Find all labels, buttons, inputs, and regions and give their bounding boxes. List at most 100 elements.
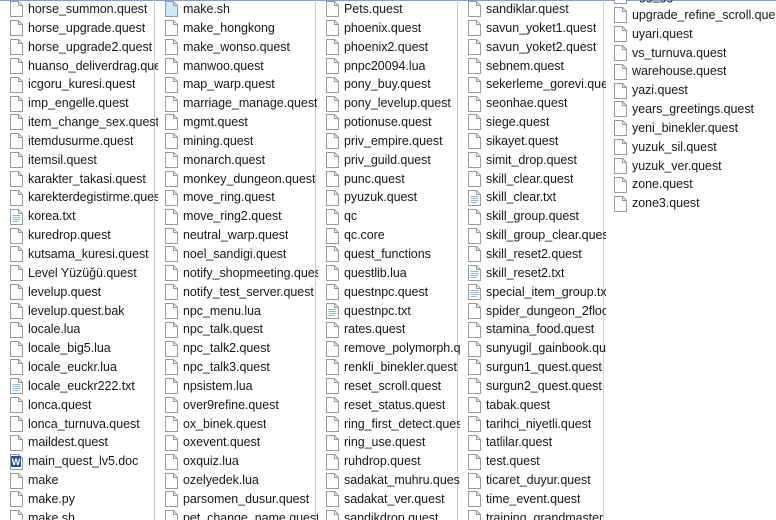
- file-list-item[interactable]: pony_buy.quest: [322, 75, 460, 94]
- file-list-item[interactable]: surgun2_quest.quest: [464, 377, 606, 396]
- file-list-item[interactable]: karakter_takasi.quest: [6, 170, 158, 189]
- file-list-item[interactable]: sunyugil_gainbook.quest: [464, 339, 606, 358]
- file-list-item[interactable]: skill_group_clear.quest: [464, 226, 606, 245]
- file-list-item[interactable]: mining.quest: [161, 132, 318, 151]
- file-list-item[interactable]: yeni_binekler.quest: [610, 119, 776, 138]
- file-list-item[interactable]: ox_binek.quest: [161, 415, 318, 434]
- file-list-item[interactable]: mgmt.quest: [161, 113, 318, 132]
- file-list-item[interactable]: tatlilar.quest: [464, 433, 606, 452]
- file-list-item[interactable]: sekerleme_gorevi.quest: [464, 75, 606, 94]
- file-list-item[interactable]: huanso_deliverdrag.quest: [6, 57, 158, 76]
- file-list-item[interactable]: warehouse.quest: [610, 62, 776, 81]
- file-list-item[interactable]: tarihci_niyetli.quest: [464, 415, 606, 434]
- file-list-item[interactable]: time_event.quest: [464, 490, 606, 509]
- file-list-item[interactable]: karekterdegistirme.quest: [6, 188, 158, 207]
- file-list-item[interactable]: priv_empire.quest: [322, 132, 460, 151]
- file-list-item[interactable]: move_ring.quest: [161, 188, 318, 207]
- file-list-item[interactable]: korea.txt: [6, 207, 158, 226]
- file-list-item[interactable]: reset_status.quest: [322, 396, 460, 415]
- file-list-item[interactable]: manwoo.quest: [161, 57, 318, 76]
- file-list-item[interactable]: horse_upgrade2.quest: [6, 38, 158, 57]
- file-list-item[interactable]: remove_polymorph.qu: [322, 339, 460, 358]
- file-list-item[interactable]: uyari.quest: [610, 25, 776, 44]
- file-list-item[interactable]: pony_levelup.quest: [322, 94, 460, 113]
- file-list-item[interactable]: map_warp.quest: [161, 75, 318, 94]
- file-list-item[interactable]: lonca_turnuva.quest: [6, 415, 158, 434]
- file-list-item[interactable]: pnpc20094.lua: [322, 57, 460, 76]
- file-list-item[interactable]: npc_talk.quest: [161, 320, 318, 339]
- file-list-item[interactable]: npc_menu.lua: [161, 302, 318, 321]
- file-list-item[interactable]: siege.quest: [464, 113, 606, 132]
- file-list-item[interactable]: renkli_binekler.quest: [322, 358, 460, 377]
- file-list-item[interactable]: questlib.lua: [322, 264, 460, 283]
- file-list-item[interactable]: questnpc.quest: [322, 283, 460, 302]
- file-list-item[interactable]: zone3.quest: [610, 194, 776, 213]
- file-list-item[interactable]: notify_shopmeeting.quest: [161, 264, 318, 283]
- file-list-item[interactable]: oxquiz.lua: [161, 452, 318, 471]
- file-list-item[interactable]: years_greetings.quest: [610, 100, 776, 119]
- file-list-item[interactable]: rates.quest: [322, 320, 460, 339]
- file-list-item[interactable]: test.quest: [464, 452, 606, 471]
- file-list-item[interactable]: npsistem.lua: [161, 377, 318, 396]
- file-list-item[interactable]: reset_scroll.quest: [322, 377, 460, 396]
- file-list-item[interactable]: itemsil.quest: [6, 151, 158, 170]
- file-list-item[interactable]: zone.quest: [610, 175, 776, 194]
- file-list-item[interactable]: quest_functions: [322, 245, 460, 264]
- file-list-item[interactable]: Pets.quest: [322, 0, 460, 19]
- file-list-item[interactable]: horse_upgrade.quest: [6, 19, 158, 38]
- file-list-item[interactable]: pet_change_name.quest: [161, 509, 318, 520]
- file-list-item[interactable]: savun_yoket1.quest: [464, 19, 606, 38]
- file-list-item[interactable]: sadakat_muhru.quest: [322, 471, 460, 490]
- file-list-item[interactable]: vs_turnuva.quest: [610, 44, 776, 63]
- file-list-item[interactable]: skill_group.quest: [464, 207, 606, 226]
- file-list-item[interactable]: tabak.quest: [464, 396, 606, 415]
- file-list-item[interactable]: ring_use.quest: [322, 433, 460, 452]
- file-list-item[interactable]: locale_big5.lua: [6, 339, 158, 358]
- file-list-item[interactable]: locale_euckr.lua: [6, 358, 158, 377]
- file-list-item[interactable]: sebnem.quest: [464, 57, 606, 76]
- file-list-item[interactable]: kutsama_kuresi.quest: [6, 245, 158, 264]
- file-list-item[interactable]: surgun1_quest.quest: [464, 358, 606, 377]
- file-list-item[interactable]: skill_reset2.quest: [464, 245, 606, 264]
- file-list-item[interactable]: monkey_dungeon.quest: [161, 170, 318, 189]
- file-list-item[interactable]: skill_reset2.txt: [464, 264, 606, 283]
- file-list-item[interactable]: npc_talk2.quest: [161, 339, 318, 358]
- file-list-item[interactable]: ring_first_detect.quest: [322, 415, 460, 434]
- file-list-item[interactable]: parsomen_dusur.quest: [161, 490, 318, 509]
- file-list-item[interactable]: phoenix.quest: [322, 19, 460, 38]
- file-list-item[interactable]: horse_summon.quest: [6, 0, 158, 19]
- file-list-item[interactable]: upgrade_refine_scroll.quest: [610, 6, 776, 25]
- file-list-item[interactable]: maildest.quest: [6, 433, 158, 452]
- file-list-item[interactable]: pyuzuk.quest: [322, 188, 460, 207]
- file-list-item[interactable]: make.sh: [161, 0, 318, 19]
- file-list-item[interactable]: special_item_group.txt: [464, 283, 606, 302]
- file-list-item[interactable]: levelup.quest: [6, 283, 158, 302]
- file-list-item[interactable]: punc.quest: [322, 170, 460, 189]
- file-list-item[interactable]: over9refine.quest: [161, 396, 318, 415]
- file-list-item[interactable]: qc.core: [322, 226, 460, 245]
- file-list-item[interactable]: make.sh: [6, 509, 158, 520]
- file-list-item[interactable]: Wmain_quest_lv5.doc: [6, 452, 158, 471]
- file-list-item[interactable]: notify_test_server.quest: [161, 283, 318, 302]
- file-list-item[interactable]: levelup.quest.bak: [6, 302, 158, 321]
- file-list-item[interactable]: sikayet.quest: [464, 132, 606, 151]
- file-list-item[interactable]: kuredrop.quest: [6, 226, 158, 245]
- file-list-item[interactable]: make.py: [6, 490, 158, 509]
- file-list-item[interactable]: yuzuk_ver.quest: [610, 157, 776, 176]
- file-list-item[interactable]: yuzuk_sil.quest: [610, 138, 776, 157]
- file-list-item[interactable]: skill_clear.quest: [464, 170, 606, 189]
- file-list-item[interactable]: savun_yoket2.quest: [464, 38, 606, 57]
- file-list-item[interactable]: neutral_warp.quest: [161, 226, 318, 245]
- file-list-item[interactable]: itemdusurme.quest: [6, 132, 158, 151]
- file-list-item[interactable]: sandiklar.quest: [464, 0, 606, 19]
- file-list-item[interactable]: lonca.quest: [6, 396, 158, 415]
- file-list-item[interactable]: sandikdrop.quest: [322, 509, 460, 520]
- file-list-item[interactable]: noel_sandigi.quest: [161, 245, 318, 264]
- file-list-item[interactable]: yazi.quest: [610, 81, 776, 100]
- file-list-item[interactable]: simit_drop.quest: [464, 151, 606, 170]
- file-list-item[interactable]: spider_dungeon_2floor.quest: [464, 302, 606, 321]
- file-list-item[interactable]: ruhdrop.quest: [322, 452, 460, 471]
- file-list-pane[interactable]: horse_summon.quest horse_upgrade.quest hor…: [0, 0, 776, 520]
- file-list-item[interactable]: imp_engelle.quest: [6, 94, 158, 113]
- file-list-item[interactable]: npc_talk3.quest: [161, 358, 318, 377]
